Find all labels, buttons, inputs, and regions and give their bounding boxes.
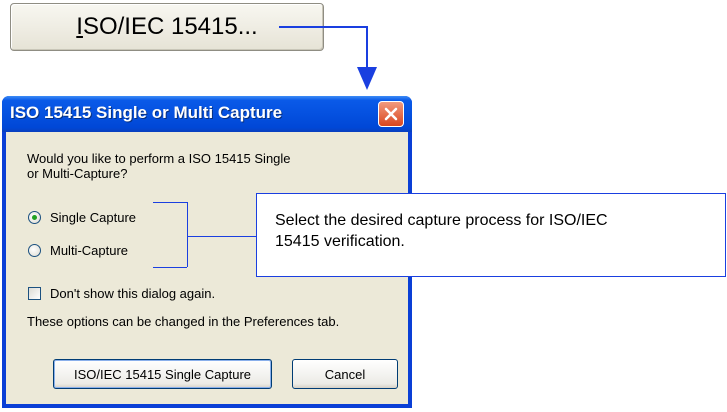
question-line-1: Would you like to perform a ISO 15415 Si… (27, 151, 291, 166)
callout-text: Select the desired capture process for I… (275, 210, 715, 252)
close-button[interactable] (378, 101, 404, 127)
connector-line (279, 26, 367, 28)
close-icon (384, 107, 398, 121)
radio-multi-label: Multi-Capture (50, 243, 129, 258)
arrow-down-icon (357, 67, 377, 90)
single-capture-button[interactable]: ISO/IEC 15415 Single Capture (53, 359, 272, 389)
bracket-bottom (153, 267, 187, 268)
cancel-button-label: Cancel (324, 366, 366, 382)
callout-line-1: Select the desired capture process for I… (275, 212, 608, 229)
radio-multi-indicator[interactable] (28, 244, 41, 257)
preferences-note: These options can be changed in the Pref… (27, 314, 340, 329)
radio-single-capture[interactable]: Single Capture (28, 210, 168, 226)
dont-show-checkbox-row[interactable]: Don't show this dialog again. (28, 286, 268, 302)
dialog-titlebar[interactable]: ISO 15415 Single or Multi Capture (2, 96, 412, 132)
dont-show-label: Don't show this dialog again. (50, 286, 216, 301)
callout-line-2: 15415 verification. (275, 233, 405, 250)
cancel-button[interactable]: Cancel (292, 359, 398, 389)
bracket-vertical (187, 202, 188, 267)
radio-single-indicator[interactable] (28, 211, 41, 224)
iso-button-mnemonic: I (76, 13, 83, 40)
bracket-top (153, 202, 187, 203)
dialog-title: ISO 15415 Single or Multi Capture (10, 103, 283, 122)
radio-multi-capture[interactable]: Multi-Capture (28, 243, 168, 259)
bracket-connector (187, 236, 256, 237)
dont-show-checkbox[interactable] (28, 287, 41, 300)
question-line-2: or Multi-Capture? (27, 166, 128, 181)
iso-button-label: SO/IEC 15415... (82, 13, 258, 40)
iso-15415-button[interactable]: I SO/IEC 15415... (10, 3, 324, 51)
connector-line-vertical (366, 26, 368, 68)
radio-single-label: Single Capture (50, 210, 136, 225)
callout-box: Select the desired capture process for I… (256, 193, 726, 277)
single-capture-button-label: ISO/IEC 15415 Single Capture (73, 366, 252, 382)
